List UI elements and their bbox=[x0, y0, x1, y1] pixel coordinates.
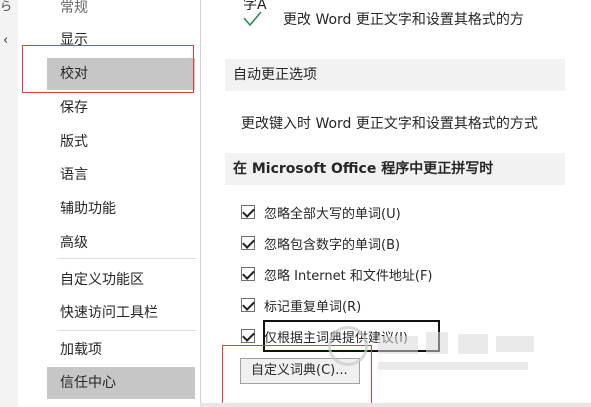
watermark-block bbox=[496, 336, 534, 352]
flag-repeated-checkbox[interactable] bbox=[241, 298, 255, 312]
nav-divider bbox=[58, 258, 196, 259]
office-spelling-section-header: 在 Microsoft Office 程序中更正拼写时 bbox=[225, 153, 565, 185]
edge-text: ら bbox=[0, 0, 13, 13]
nav-item-accessibility[interactable]: 辅助功能 bbox=[47, 193, 195, 225]
nav-item-quick-access-toolbar[interactable]: 快速访问工具栏 bbox=[47, 297, 195, 329]
back-chevron-icon[interactable]: ‹ bbox=[3, 33, 8, 48]
main-dictionary-checkbox[interactable] bbox=[241, 329, 255, 343]
autocorrect-description: 更改键入时 Word 更正文字和设置其格式的方式 bbox=[241, 116, 538, 132]
nav-item-advanced[interactable]: 高级 bbox=[47, 227, 195, 259]
watermark-logo-icon bbox=[328, 326, 368, 366]
ignore-internet-label: 忽略 Internet 和文件地址(F) bbox=[264, 269, 433, 284]
flag-repeated-label: 标记重复单词(R) bbox=[264, 300, 362, 315]
watermark-block bbox=[378, 336, 418, 354]
proofing-description: 更改 Word 更正文字和设置其格式的方 bbox=[283, 12, 524, 28]
autocorrect-section-header: 自动更正选项 bbox=[225, 59, 565, 91]
nav-item-save[interactable]: 保存 bbox=[47, 92, 195, 124]
pane-separator bbox=[200, 0, 201, 407]
ignore-internet-checkbox[interactable] bbox=[241, 267, 255, 281]
ignore-uppercase-checkbox[interactable] bbox=[241, 205, 255, 219]
nav-item-trust-center[interactable]: 信任中心 bbox=[47, 367, 195, 399]
pane-bottom-edge bbox=[200, 403, 591, 407]
nav-divider bbox=[58, 330, 196, 331]
nav-item-layout[interactable]: 版式 bbox=[47, 126, 195, 158]
ignore-numbers-label: 忽略包含数字的单词(B) bbox=[264, 238, 401, 253]
watermark-block bbox=[458, 334, 488, 354]
watermark bbox=[318, 318, 543, 380]
nav-item-general[interactable]: 常规 bbox=[47, 0, 195, 24]
ignore-uppercase-label: 忽略全部大写的单词(U) bbox=[264, 207, 401, 222]
watermark-block bbox=[426, 332, 448, 354]
nav-item-addins[interactable]: 加载项 bbox=[47, 334, 195, 366]
nav-item-customize-ribbon[interactable]: 自定义功能区 bbox=[47, 264, 195, 296]
ignore-numbers-checkbox[interactable] bbox=[241, 236, 255, 250]
proofing-highlight-box bbox=[22, 45, 194, 93]
autocorrect-abc-icon: 字A bbox=[241, 0, 271, 28]
window-edge: ら ‹ bbox=[0, 0, 18, 407]
watermark-block bbox=[378, 362, 528, 370]
nav-item-language[interactable]: 语言 bbox=[47, 159, 195, 191]
